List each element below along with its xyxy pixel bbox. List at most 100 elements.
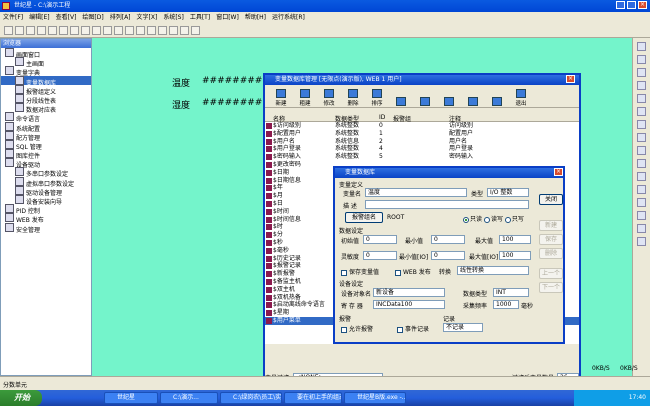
tree-item-multi-serial[interactable]: 多串口参数设定 (1, 167, 91, 178)
max-input[interactable]: 100 (499, 235, 531, 244)
tree-item-recipe[interactable]: 配方管理 (1, 130, 91, 142)
trend-icon[interactable] (637, 146, 646, 155)
align-right-icon[interactable] (169, 26, 178, 35)
tree-item-security[interactable]: 安全管理 (1, 222, 91, 234)
sort-button[interactable]: 排序 (365, 89, 389, 107)
event-log-checkbox[interactable] (397, 326, 403, 333)
tree-item-device-wizard[interactable]: 设备安装向导 (1, 195, 91, 206)
humidity-value[interactable]: ######## (202, 98, 262, 108)
web-publish-checkbox[interactable] (395, 269, 401, 276)
save-value-checkbox[interactable] (341, 269, 347, 276)
convert-select[interactable]: 线性转换 (457, 266, 529, 275)
frequency-input[interactable]: 1000 (493, 300, 519, 309)
tree-item-linear-table[interactable]: 分段线性表 (1, 93, 91, 105)
tree-item-alarm-groups[interactable]: 报警组定义 (1, 84, 91, 96)
col-alarm-group[interactable]: 报警组 (393, 114, 449, 123)
table-row[interactable]: $配置用户 系统整数 1 配置用户 (265, 130, 579, 138)
writeonly-radio[interactable] (504, 216, 511, 223)
layer-icon[interactable] (191, 26, 200, 35)
table-row[interactable]: $用户登录 系统整数 4 用户登录 (265, 145, 579, 153)
copy-icon[interactable] (48, 26, 57, 35)
task-item[interactable]: 世纪星 (104, 392, 158, 404)
button-icon[interactable] (637, 120, 646, 129)
open-icon[interactable] (15, 26, 24, 35)
task-item[interactable]: 世纪星B版.exe -... (344, 392, 406, 404)
table-row[interactable]: $用户名 系统信息 2 用户名 (265, 138, 579, 146)
task-item[interactable]: C:\绿岗农\员工\实习... (220, 392, 282, 404)
library-icon[interactable] (637, 198, 646, 207)
prop-delete-button[interactable]: 删除 (539, 248, 563, 259)
tree-item-virtual-serial[interactable]: 虚拟串口参数设定 (1, 176, 91, 188)
bold-icon[interactable] (114, 26, 123, 35)
ellipse-icon[interactable] (637, 81, 646, 90)
align-center-icon[interactable] (158, 26, 167, 35)
rectangle-icon[interactable] (637, 68, 646, 77)
menu-draw[interactable]: 绘图[D] (82, 12, 103, 24)
next-button[interactable]: 下一个 (539, 282, 563, 293)
register-select[interactable]: INCData100 (373, 300, 445, 309)
prop-close-icon[interactable]: × (554, 168, 563, 176)
line-icon[interactable] (637, 55, 646, 64)
init-input[interactable]: 0 (363, 235, 397, 244)
col-id[interactable]: ID (379, 114, 393, 121)
exit-button[interactable]: 退出 (509, 89, 533, 107)
prop-new-button[interactable]: 新建 (539, 220, 563, 231)
menu-file[interactable]: 文件[F] (3, 12, 23, 24)
minimize-icon[interactable] (616, 1, 625, 9)
grid-icon[interactable] (180, 26, 189, 35)
task-item[interactable]: C:\演示... (160, 392, 218, 404)
control-icon[interactable] (637, 172, 646, 181)
tree-item-tag-database[interactable]: 变量数据库 (1, 75, 91, 87)
modify-button[interactable]: 修改 (317, 89, 341, 107)
tree-item-main-screen[interactable]: 主画面 (1, 57, 91, 68)
paste-icon[interactable] (59, 26, 68, 35)
tree-item-library[interactable]: 图库控件 (1, 149, 91, 160)
menu-help[interactable]: 帮助[H] (245, 12, 266, 24)
underline-icon[interactable] (136, 26, 145, 35)
prev-button[interactable]: 上一个 (539, 268, 563, 279)
ungroup-icon[interactable] (637, 224, 646, 233)
align-left-icon[interactable] (147, 26, 156, 35)
type-select[interactable]: I/O 整数 (487, 188, 529, 197)
pointer-icon[interactable] (637, 42, 646, 51)
tree-item-drivers[interactable]: 设备驱动 (1, 158, 91, 169)
new-button[interactable]: 新建 (269, 89, 293, 107)
menu-run[interactable]: 运行系统[R] (272, 12, 305, 24)
minraw-input[interactable]: 0 (431, 251, 465, 260)
text-icon[interactable] (637, 107, 646, 116)
name-input[interactable]: 温度 (365, 188, 467, 197)
menu-system[interactable]: 系统[S] (163, 12, 184, 24)
menu-edit[interactable]: 编辑[E] (29, 12, 49, 24)
filter-button[interactable] (485, 97, 509, 107)
desc-input[interactable] (365, 200, 529, 209)
col-type[interactable]: 数据类型 (335, 114, 379, 123)
menu-tools[interactable]: 工具[T] (190, 12, 210, 24)
save-button[interactable]: 保存 (539, 234, 563, 245)
group-icon[interactable] (637, 211, 646, 220)
close-button[interactable]: 关闭 (539, 194, 563, 205)
view1-button[interactable] (389, 97, 413, 107)
menu-view[interactable]: 查看[V] (56, 12, 77, 24)
batch-create-button[interactable]: 粗建 (293, 89, 317, 107)
table-row[interactable]: $访问级别 系统整数 0 访问级别 (265, 122, 579, 130)
readonly-radio[interactable] (463, 216, 469, 223)
menu-window[interactable]: 窗口[W] (216, 12, 239, 24)
col-comment[interactable]: 注释 (449, 114, 509, 123)
temperature-value[interactable]: ######## (202, 76, 262, 86)
tree-item-tag-dictionary[interactable]: 变量字典 (1, 66, 91, 77)
min-input[interactable]: 0 (431, 235, 465, 244)
tree-item-web[interactable]: WEB 发布 (1, 213, 91, 224)
maxraw-input[interactable]: 100 (499, 251, 531, 260)
readwrite-radio[interactable] (483, 216, 490, 223)
view4-button[interactable] (461, 97, 485, 107)
tree-item-mapping-table[interactable]: 数据对应表 (1, 103, 91, 114)
delete-button[interactable]: 删除 (341, 89, 365, 107)
cut-icon[interactable] (37, 26, 46, 35)
table-row[interactable]: $密码输入 系统整数 5 密码输入 (265, 153, 579, 161)
align-icon[interactable] (637, 237, 646, 246)
tree-item-system-config[interactable]: 系统配置 (1, 121, 91, 133)
polygon-icon[interactable] (637, 94, 646, 103)
col-name[interactable]: 名称 (273, 114, 335, 123)
tree-item-sql[interactable]: SQL 管理 (1, 139, 91, 151)
start-button[interactable]: 开始 (0, 390, 42, 406)
